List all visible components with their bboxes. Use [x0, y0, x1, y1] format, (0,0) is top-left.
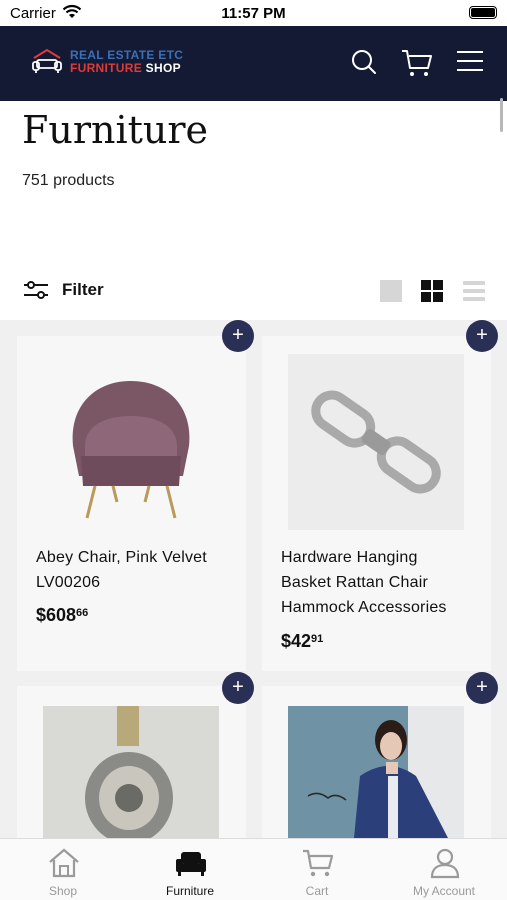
user-icon: [430, 848, 460, 879]
scrollbar[interactable]: [500, 98, 503, 132]
tab-my-account[interactable]: My Account: [381, 839, 507, 900]
product-image: [288, 354, 464, 530]
tab-label: Furniture: [165, 884, 215, 898]
single-view-icon[interactable]: [379, 279, 403, 308]
search-icon[interactable]: [350, 48, 378, 76]
list-view-icon[interactable]: [462, 279, 486, 308]
tab-label: Shop: [48, 884, 78, 898]
app-header: REAL ESTATE ETC FURNITURE SHOP: [0, 26, 507, 132]
sliders-icon: [24, 281, 48, 299]
tab-cart[interactable]: Cart: [254, 839, 380, 900]
store-logo[interactable]: REAL ESTATE ETC FURNITURE SHOP: [30, 48, 183, 76]
cart-icon: [303, 849, 334, 877]
product-count: 751 products: [22, 172, 115, 189]
product-card[interactable]: Hardware Hanging Basket Rattan Chair Ham…: [262, 336, 491, 671]
product-image: [72, 381, 190, 519]
add-to-cart-button[interactable]: +: [222, 320, 254, 352]
add-to-cart-button[interactable]: +: [466, 320, 498, 352]
bottom-tab-bar: Shop Furniture Cart My Account: [0, 838, 507, 900]
product-price: $4291: [281, 631, 324, 651]
add-to-cart-button[interactable]: +: [222, 672, 254, 704]
product-card[interactable]: Abey Chair, Pink Velvet LV00206 $60866: [17, 336, 246, 671]
product-title[interactable]: Hardware Hanging Basket Rattan Chair Ham…: [281, 545, 447, 620]
filter-label: Filter: [62, 280, 104, 299]
menu-icon[interactable]: [456, 48, 484, 74]
product-image: [288, 706, 464, 838]
page-title: Furniture: [22, 108, 209, 152]
battery-icon: [469, 6, 497, 19]
tab-label: My Account: [412, 884, 476, 898]
home-icon: [49, 848, 79, 878]
logo-text-bottom: FURNITURE SHOP: [70, 61, 181, 75]
cart-icon[interactable]: [401, 48, 433, 78]
clock: 11:57 PM: [221, 5, 286, 22]
tab-furniture[interactable]: Furniture: [127, 839, 253, 900]
product-card[interactable]: [262, 686, 491, 838]
add-to-cart-button[interactable]: +: [466, 672, 498, 704]
sofa-logo-icon: [32, 48, 62, 73]
product-card[interactable]: [17, 686, 246, 838]
filter-button[interactable]: Filter: [22, 279, 104, 301]
product-title[interactable]: Abey Chair, Pink Velvet LV00206: [36, 545, 207, 595]
tab-shop[interactable]: Shop: [0, 839, 126, 900]
status-bar: Carrier 11:57 PM: [0, 0, 507, 26]
grid-view-icon[interactable]: [420, 279, 444, 308]
armchair-icon: [176, 852, 206, 876]
product-image: [43, 706, 219, 838]
product-price: $60866: [36, 605, 89, 625]
tab-label: Cart: [305, 884, 329, 898]
